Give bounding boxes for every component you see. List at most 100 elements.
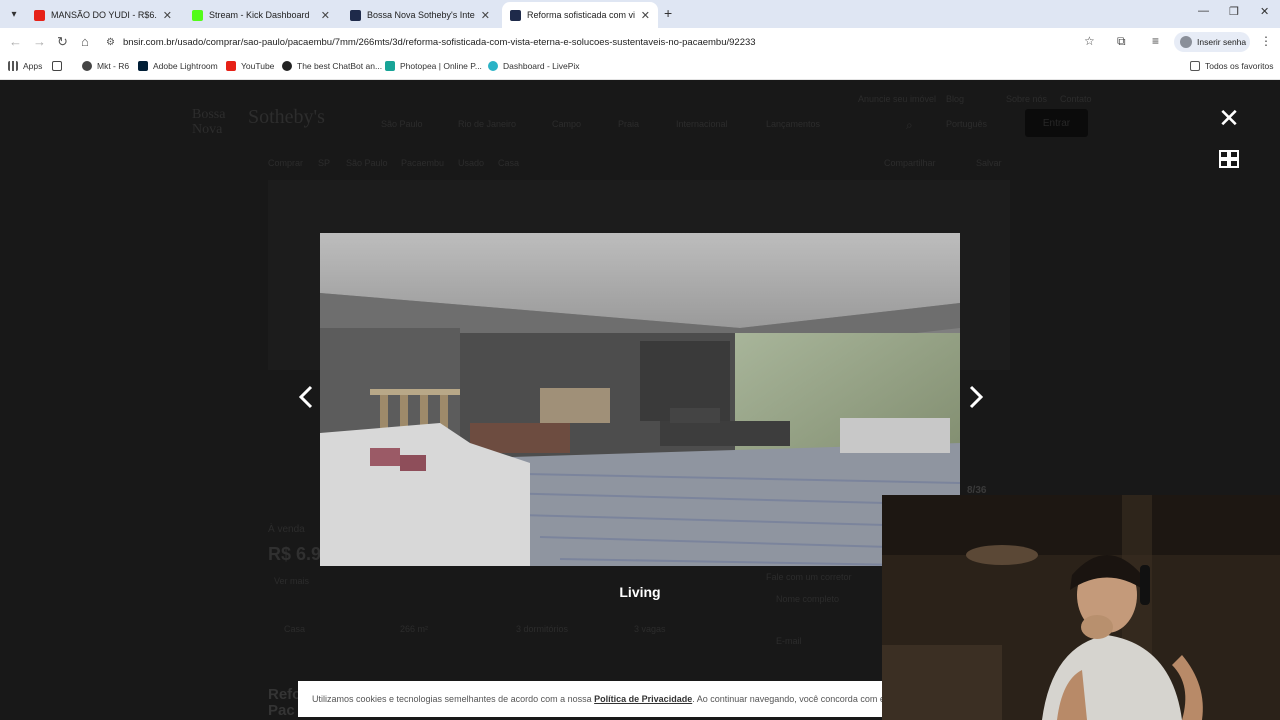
tab-search-button[interactable]: ▾ — [4, 4, 24, 24]
new-tab-plus-icon[interactable]: + — [664, 5, 672, 21]
password-button[interactable]: Inserir senha — [1174, 32, 1250, 52]
tab-close-icon[interactable]: ✕ — [481, 9, 490, 22]
chatbot-icon — [282, 61, 292, 71]
sothebys-favicon-icon — [350, 9, 361, 21]
top-link[interactable]: Anuncie seu imóvel — [858, 94, 936, 104]
chevron-left-icon[interactable] — [296, 382, 316, 412]
logo-line-1: Bossa — [192, 107, 226, 122]
share-button[interactable]: Compartilhar — [884, 158, 936, 168]
tab-mansao[interactable]: MANSÃO DO YUDI - R$6.000.0 ✕ — [26, 2, 180, 28]
breadcrumb-item[interactable]: Comprar — [268, 158, 303, 168]
bookmark-photopea[interactable]: Photopea | Online P... — [385, 61, 482, 71]
back-icon[interactable]: ← — [9, 34, 22, 49]
nav-item[interactable]: Internacional — [676, 119, 728, 129]
top-link[interactable]: Blog — [946, 94, 964, 104]
youtube-icon — [226, 61, 236, 71]
all-bookmarks-label: Todos os favoritos — [1205, 61, 1274, 71]
feature-bedrooms: 3 dormitórios — [516, 624, 569, 634]
photopea-icon — [385, 61, 395, 71]
tab-close-icon[interactable]: ✕ — [321, 9, 330, 22]
home-icon[interactable]: ⌂ — [81, 34, 89, 49]
login-button[interactable]: Entrar — [1025, 109, 1088, 137]
cookie-text: Utilizamos cookies e tecnologias semelha… — [312, 694, 901, 704]
bookmark-label: Apps — [23, 61, 43, 71]
see-more-link[interactable]: Ver mais — [274, 576, 309, 586]
tab-close-icon[interactable]: ✕ — [641, 9, 650, 22]
top-link[interactable]: Contato — [1060, 94, 1092, 104]
nav-item[interactable]: Campo — [552, 119, 581, 129]
logo-line-2: Nova — [192, 121, 223, 137]
bookmark-label: Mkt - R6 — [97, 61, 130, 71]
nav-item[interactable]: Lançamentos — [766, 119, 820, 129]
tab-kick[interactable]: Stream - Kick Dashboard ✕ — [184, 2, 338, 28]
minimize-icon[interactable]: — — [1198, 5, 1209, 17]
cookie-text-after: . Ao continuar navegando, você concorda … — [692, 694, 902, 704]
all-bookmarks[interactable]: Todos os favoritos — [1190, 61, 1274, 71]
nav-item[interactable]: Praia — [618, 119, 639, 129]
globe-icon — [82, 61, 92, 71]
tab-title: MANSÃO DO YUDI - R$6.000.0 — [51, 10, 157, 20]
media-control-icon[interactable]: ≡ — [1152, 34, 1159, 48]
browser-menu-icon[interactable]: ⋮ — [1260, 34, 1272, 48]
tab-bossa-nova[interactable]: Bossa Nova Sotheby's Internati ✕ — [342, 2, 498, 28]
gallery-photo-living — [320, 233, 960, 566]
email-field-label: E-mail — [776, 636, 802, 646]
bookmark-label: YouTube — [241, 61, 275, 71]
tab-title: Reforma sofisticada com vista e — [527, 10, 635, 20]
tab-reforma-active[interactable]: Reforma sofisticada com vista e ✕ — [502, 2, 658, 28]
reload-icon[interactable]: ↻ — [57, 34, 68, 50]
contact-title: Fale com um corretor — [766, 572, 852, 582]
breadcrumb-item[interactable]: SP — [318, 158, 330, 168]
nav-item[interactable]: São Paulo — [381, 119, 423, 129]
folder-icon — [1190, 61, 1200, 71]
webcam-overlay — [882, 495, 1280, 720]
close-icon[interactable]: ✕ — [1218, 105, 1240, 131]
breadcrumb-item[interactable]: São Paulo — [346, 158, 388, 168]
bookmark-label: Photopea | Online P... — [400, 61, 482, 71]
grid-icon — [52, 61, 62, 71]
breadcrumb-item[interactable]: Usado — [458, 158, 484, 168]
breadcrumb-item[interactable]: Pacaembu — [401, 158, 444, 168]
site-info-icon[interactable]: ⚙ — [106, 37, 115, 48]
tab-title: Stream - Kick Dashboard — [209, 10, 310, 20]
bookmark-label: The best ChatBot an... — [297, 61, 383, 71]
bookmark-grid[interactable] — [52, 61, 67, 71]
sale-label: À venda — [268, 524, 305, 535]
language-select[interactable]: Português — [946, 119, 987, 129]
bookmark-label: Adobe Lightroom — [153, 61, 218, 71]
grid-icon[interactable] — [1219, 150, 1239, 168]
privacy-policy-link[interactable]: Política de Privacidade — [594, 694, 692, 704]
tab-strip: ▾ MANSÃO DO YUDI - R$6.000.0 ✕ Stream - … — [0, 0, 1280, 28]
bookmark-livepix[interactable]: Dashboard - LivePix — [488, 61, 580, 71]
page-overlay: Bossa Nova Sotheby's Anuncie seu imóvel … — [0, 80, 1280, 720]
breadcrumb-item[interactable]: Casa — [498, 158, 519, 168]
kick-favicon-icon — [192, 9, 203, 21]
restore-icon[interactable]: ❐ — [1229, 5, 1239, 18]
bookmarks-bar: Apps Mkt - R6 Adobe Lightroom YouTube Th… — [0, 56, 1280, 80]
extensions-icon[interactable]: ⧉ — [1117, 34, 1126, 49]
url-bar[interactable]: ⚙ bnsir.com.br/usado/comprar/sao-paulo/p… — [106, 32, 1106, 52]
bookmark-lightroom[interactable]: Adobe Lightroom — [138, 61, 218, 71]
name-field-label: Nome completo — [776, 594, 840, 604]
window-close-icon[interactable]: ✕ — [1260, 5, 1269, 18]
search-icon[interactable]: ⌕ — [906, 118, 913, 133]
forward-icon[interactable]: → — [33, 34, 46, 49]
bookmark-youtube[interactable]: YouTube — [226, 61, 274, 71]
bookmark-chatbot[interactable]: The best ChatBot an... — [282, 61, 382, 71]
photo-caption: Living — [619, 584, 661, 600]
site-logo-bossa-nova[interactable]: Bossa Nova — [192, 107, 226, 137]
url-text: bnsir.com.br/usado/comprar/sao-paulo/pac… — [122, 36, 756, 48]
site-logo-sothebys[interactable]: Sotheby's — [248, 106, 325, 129]
chevron-right-icon[interactable] — [966, 382, 986, 412]
nav-item[interactable]: Rio de Janeiro — [458, 119, 516, 129]
cookie-banner: Utilizamos cookies e tecnologias semelha… — [298, 681, 901, 717]
bookmark-star-icon[interactable]: ☆ — [1084, 34, 1095, 48]
feature-type: Casa — [284, 624, 306, 634]
top-link[interactable]: Sobre nós — [1006, 94, 1047, 104]
bookmark-mkt[interactable]: Mkt - R6 — [82, 61, 129, 71]
bookmark-apps[interactable]: Apps — [8, 61, 42, 71]
feature-parking: 3 vagas — [634, 624, 666, 634]
tab-close-icon[interactable]: ✕ — [163, 9, 172, 22]
livepix-icon — [488, 61, 498, 71]
save-button[interactable]: Salvar — [976, 158, 1002, 168]
